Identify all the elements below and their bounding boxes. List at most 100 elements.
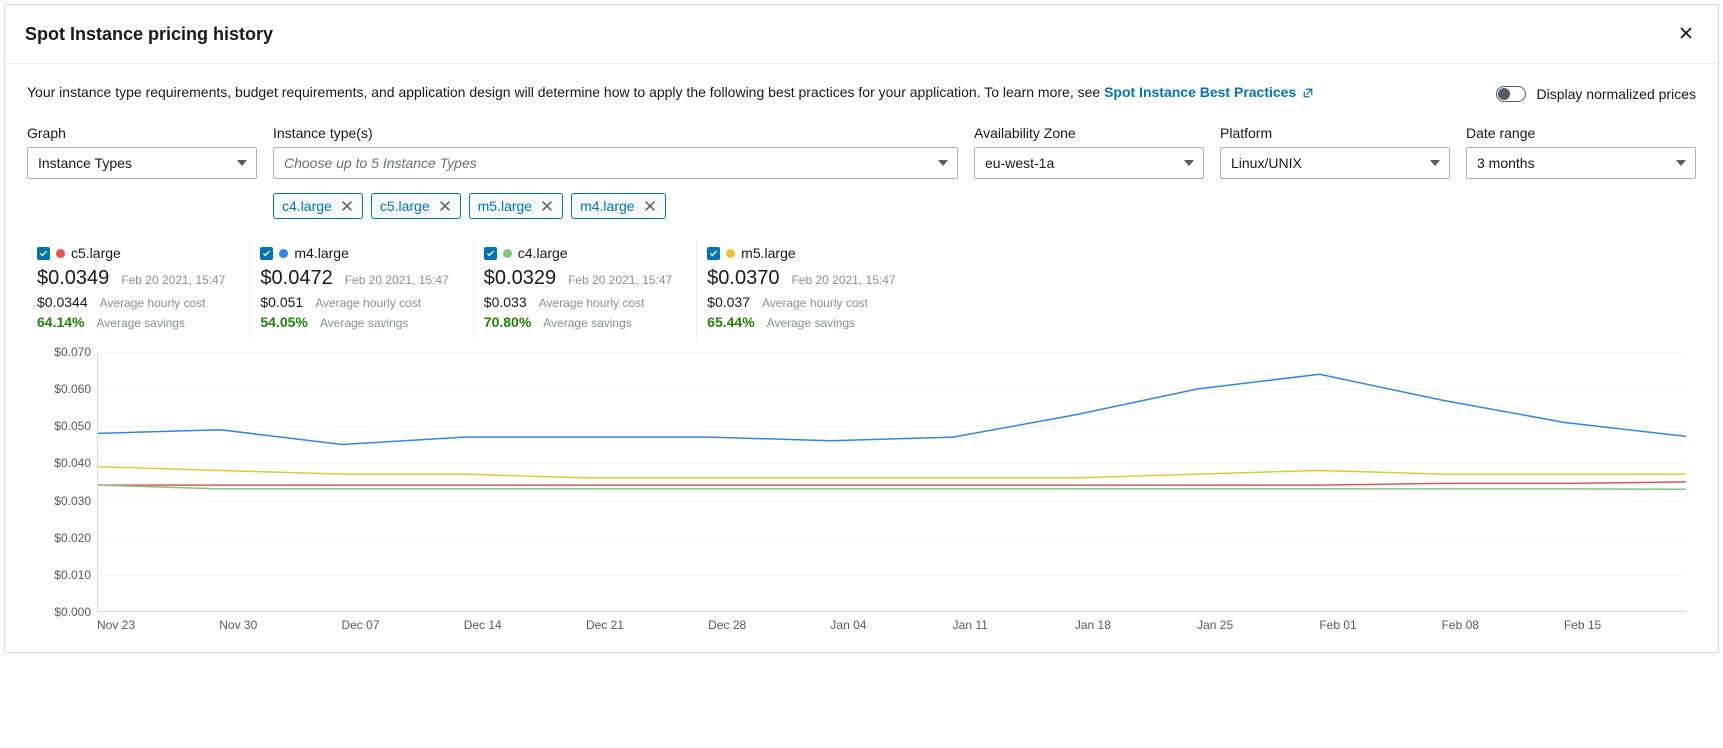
- graph-filter-label: Graph: [27, 125, 257, 141]
- az-select-value: eu-west-1a: [985, 155, 1054, 171]
- caret-down-icon: [234, 155, 250, 171]
- series-name: c4.large: [518, 245, 568, 261]
- availability-zone-select[interactable]: eu-west-1a: [974, 147, 1204, 179]
- average-savings: 70.80%: [484, 314, 531, 330]
- summary-card: m5.large $0.0370 Feb 20 2021, 15:47 $0.0…: [696, 241, 919, 338]
- average-savings-label: Average savings: [96, 316, 185, 330]
- series-name: c5.large: [71, 245, 121, 261]
- x-axis-tick: Dec 14: [464, 618, 586, 632]
- average-savings-label: Average savings: [543, 316, 632, 330]
- average-hourly-cost-label: Average hourly cost: [762, 296, 868, 310]
- check-icon: [262, 249, 271, 258]
- intro-text-span: Your instance type requirements, budget …: [27, 84, 1104, 100]
- chart-lines: [98, 352, 1686, 611]
- series-checkbox[interactable]: [260, 247, 273, 260]
- normalize-prices-toggle[interactable]: Display normalized prices: [1496, 82, 1696, 102]
- average-savings-label: Average savings: [320, 316, 409, 330]
- price-chart: $0.070$0.060$0.050$0.040$0.030$0.020$0.0…: [37, 352, 1686, 612]
- current-price: $0.0472: [260, 267, 332, 290]
- series-checkbox[interactable]: [484, 247, 497, 260]
- instance-types-filter: Instance type(s) Choose up to 5 Instance…: [273, 125, 958, 219]
- chip-remove-icon[interactable]: [643, 199, 657, 213]
- y-axis-tick: $0.070: [54, 345, 91, 359]
- average-savings: 64.14%: [37, 314, 84, 330]
- series-line: [98, 482, 1686, 485]
- check-icon: [486, 249, 495, 258]
- series-name: m5.large: [741, 245, 795, 261]
- date-range-select[interactable]: 3 months: [1466, 147, 1696, 179]
- x-axis-tick: Jan 04: [830, 618, 952, 632]
- instance-type-chip[interactable]: m5.large: [469, 193, 563, 219]
- chip-remove-icon[interactable]: [438, 199, 452, 213]
- platform-select[interactable]: Linux/UNIX: [1220, 147, 1450, 179]
- best-practices-link-label: Spot Instance Best Practices: [1104, 84, 1296, 100]
- average-savings: 54.05%: [260, 314, 307, 330]
- y-axis-tick: $0.050: [54, 419, 91, 433]
- average-hourly-cost-label: Average hourly cost: [100, 296, 206, 310]
- best-practices-link[interactable]: Spot Instance Best Practices: [1104, 84, 1314, 100]
- x-axis: Nov 23Nov 30Dec 07Dec 14Dec 21Dec 28Jan …: [97, 618, 1686, 632]
- external-link-icon: [1302, 87, 1314, 99]
- x-axis-tick: Nov 23: [97, 618, 219, 632]
- average-hourly-cost: $0.051: [260, 294, 303, 310]
- chip-remove-icon[interactable]: [340, 199, 354, 213]
- range-select-value: 3 months: [1477, 155, 1535, 171]
- series-color-dot: [726, 249, 735, 258]
- normalize-label: Display normalized prices: [1536, 86, 1696, 102]
- price-timestamp: Feb 20 2021, 15:47: [121, 273, 225, 287]
- az-filter-label: Availability Zone: [974, 125, 1204, 141]
- y-axis-tick: $0.030: [54, 494, 91, 508]
- graph-select[interactable]: Instance Types: [27, 147, 257, 179]
- price-timestamp: Feb 20 2021, 15:47: [791, 273, 895, 287]
- caret-down-icon: [1673, 155, 1689, 171]
- average-hourly-cost-label: Average hourly cost: [539, 296, 645, 310]
- average-savings: 65.44%: [707, 314, 754, 330]
- close-button[interactable]: [1674, 19, 1698, 49]
- summary-card: c5.large $0.0349 Feb 20 2021, 15:47 $0.0…: [27, 241, 249, 338]
- x-axis-tick: Feb 01: [1319, 618, 1441, 632]
- x-axis-tick: Dec 28: [708, 618, 830, 632]
- close-icon: [1678, 25, 1694, 41]
- y-axis-tick: $0.000: [54, 605, 91, 619]
- instance-types-select[interactable]: Choose up to 5 Instance Types: [273, 147, 958, 179]
- instance-type-chip[interactable]: c5.large: [371, 193, 461, 219]
- graph-filter: Graph Instance Types: [27, 125, 257, 219]
- x-axis-tick: Jan 25: [1197, 618, 1319, 632]
- instance-type-chips: c4.large c5.large m5.large m4.large: [273, 193, 958, 219]
- intro-row: Your instance type requirements, budget …: [27, 82, 1696, 103]
- caret-down-icon: [935, 155, 951, 171]
- date-range-filter: Date range 3 months: [1466, 125, 1696, 219]
- toggle-pill: [1496, 86, 1526, 102]
- platform-select-value: Linux/UNIX: [1231, 155, 1302, 171]
- y-axis-tick: $0.020: [54, 531, 91, 545]
- x-axis-tick: Feb 15: [1564, 618, 1686, 632]
- series-line: [98, 374, 1686, 444]
- series-color-dot: [279, 249, 288, 258]
- y-axis-tick: $0.060: [54, 382, 91, 396]
- x-axis-tick: Nov 30: [219, 618, 341, 632]
- plot-area: [97, 352, 1686, 612]
- types-filter-label: Instance type(s): [273, 125, 958, 141]
- series-color-dot: [56, 249, 65, 258]
- toggle-knob: [1498, 88, 1510, 100]
- chip-label: c4.large: [282, 198, 332, 214]
- chip-remove-icon[interactable]: [540, 199, 554, 213]
- summary-card: m4.large $0.0472 Feb 20 2021, 15:47 $0.0…: [249, 241, 472, 338]
- series-checkbox[interactable]: [707, 247, 720, 260]
- current-price: $0.0329: [484, 267, 556, 290]
- y-axis: $0.070$0.060$0.050$0.040$0.030$0.020$0.0…: [37, 352, 97, 612]
- check-icon: [39, 249, 48, 258]
- instance-type-chip[interactable]: c4.large: [273, 193, 363, 219]
- price-timestamp: Feb 20 2021, 15:47: [568, 273, 672, 287]
- series-name: m4.large: [294, 245, 348, 261]
- instance-type-chip[interactable]: m4.large: [571, 193, 665, 219]
- series-checkbox[interactable]: [37, 247, 50, 260]
- x-axis-tick: Dec 07: [341, 618, 463, 632]
- intro-text: Your instance type requirements, budget …: [27, 82, 1456, 103]
- y-axis-tick: $0.010: [54, 568, 91, 582]
- availability-zone-filter: Availability Zone eu-west-1a: [974, 125, 1204, 219]
- x-axis-tick: Feb 08: [1442, 618, 1564, 632]
- average-hourly-cost: $0.033: [484, 294, 527, 310]
- page-title: Spot Instance pricing history: [25, 24, 273, 45]
- summary-cards: c5.large $0.0349 Feb 20 2021, 15:47 $0.0…: [27, 241, 1696, 338]
